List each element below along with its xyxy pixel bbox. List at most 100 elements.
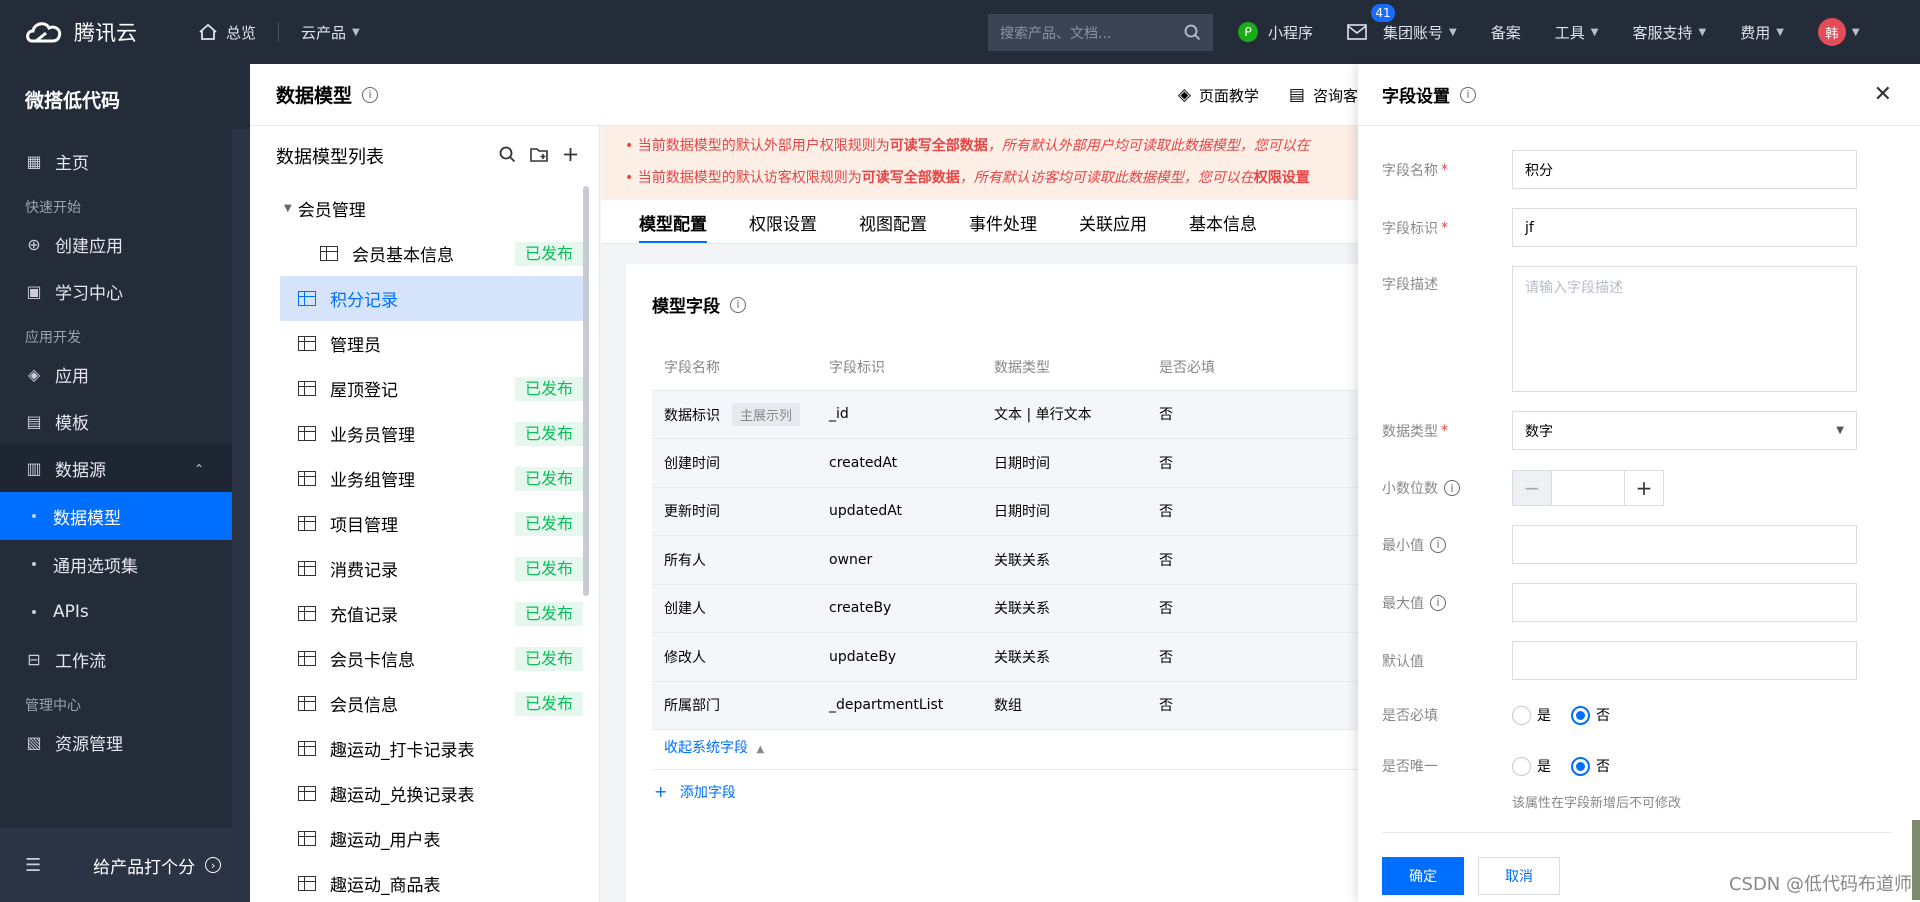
nav-item-learning[interactable]: ▣ 学习中心: [0, 268, 250, 315]
user-menu[interactable]: 韩 ▼: [1817, 18, 1860, 46]
cell-text: 创建时间: [664, 455, 720, 472]
table-row[interactable]: 创建人 createBy 关联关系 否: [652, 584, 1358, 633]
field-id-input[interactable]: jf: [1512, 208, 1857, 247]
model-list-item[interactable]: 趣运动_商品表: [250, 861, 593, 902]
table-cell: 文本 | 单行文本: [982, 390, 1147, 439]
card-title: 模型字段 i: [652, 292, 746, 317]
default-input[interactable]: [1512, 641, 1857, 680]
nav-item-datasource[interactable]: ▥ 数据源 ⌃: [0, 445, 250, 492]
table-row[interactable]: 修改人 updateBy 关联关系 否: [652, 632, 1358, 682]
plus-icon[interactable]: [562, 146, 579, 163]
model-list-item[interactable]: 趣运动_用户表: [250, 816, 593, 861]
model-list-item[interactable]: 趣运动_打卡记录表: [250, 726, 593, 771]
model-list-item[interactable]: 业务员管理 已发布: [250, 411, 593, 456]
decimals-stepper[interactable]: − +: [1512, 470, 1664, 506]
model-list-item[interactable]: 积分记录: [280, 276, 583, 321]
add-field-button[interactable]: + 添加字段: [652, 769, 1358, 802]
model-list-item[interactable]: 管理员: [250, 321, 593, 366]
confirm-button[interactable]: 确定: [1382, 857, 1464, 895]
notice-text: 当前数据模型的默认访客权限规则为: [637, 170, 862, 186]
nav-item-label: 数据源: [55, 461, 106, 481]
tab-model-config[interactable]: 模型配置: [639, 210, 707, 243]
consult-button[interactable]: ▤ 咨询客: [1289, 85, 1358, 106]
model-list-item[interactable]: 项目管理 已发布: [250, 501, 593, 546]
model-list-scrollbar[interactable]: [583, 186, 589, 596]
miniprogram-link[interactable]: ᑭ 小程序: [1238, 22, 1313, 43]
published-badge: 已发布: [514, 646, 583, 671]
nav-item-resources[interactable]: ▧ 资源管理: [0, 719, 250, 766]
model-list-item[interactable]: 趣运动_兑换记录表: [250, 771, 593, 816]
minus-icon[interactable]: −: [1513, 471, 1551, 505]
table-row[interactable]: 创建时间 createdAt 日期时间 否: [652, 438, 1358, 488]
nav-item-apps[interactable]: ◈ 应用: [0, 351, 250, 398]
nav-item-apis[interactable]: APIs: [0, 588, 250, 636]
info-icon[interactable]: i: [1430, 594, 1446, 611]
nav-item-templates[interactable]: ▤ 模板: [0, 398, 250, 445]
close-icon[interactable]: ✕: [1874, 82, 1892, 107]
tab-related-apps[interactable]: 关联应用: [1079, 210, 1147, 243]
collapse-system-fields-link[interactable]: 收起系统字段 ▲: [664, 737, 764, 757]
nav-item-data-model[interactable]: 数据模型: [0, 492, 250, 540]
table-row[interactable]: 更新时间 updatedAt 日期时间 否: [652, 487, 1358, 536]
field-desc-textarea[interactable]: 请输入字段描述: [1512, 266, 1857, 392]
search-icon[interactable]: [1184, 24, 1201, 41]
nav-item-home[interactable]: ▦ 主页: [0, 138, 250, 185]
new-folder-icon[interactable]: [530, 146, 548, 163]
model-list-item[interactable]: 会员基本信息 已发布: [250, 231, 593, 276]
model-list-item[interactable]: 屋顶登记 已发布: [250, 366, 593, 411]
decimals-input[interactable]: [1551, 471, 1625, 505]
brand-logo[interactable]: 腾讯云: [24, 17, 174, 47]
model-list-item[interactable]: 消费记录 已发布: [250, 546, 593, 591]
billing-menu[interactable]: 费用 ▼: [1740, 22, 1784, 43]
required-yes-radio[interactable]: 是: [1512, 705, 1551, 725]
tab-permissions[interactable]: 权限设置: [749, 210, 817, 243]
page-tutorial-button[interactable]: ◈ 页面教学: [1178, 85, 1259, 106]
permission-settings-link[interactable]: 权限设置: [1254, 170, 1310, 186]
mail-button[interactable]: 41: [1347, 2, 1398, 40]
table-row[interactable]: 所有人 owner 关联关系 否: [652, 535, 1358, 585]
data-type-select[interactable]: 数字 ▼: [1512, 411, 1857, 450]
search-input[interactable]: 搜索产品、文档...: [988, 14, 1213, 51]
nav-item-create-app[interactable]: ⊕ 创建应用: [0, 221, 250, 268]
info-icon[interactable]: i: [362, 86, 379, 103]
products-menu[interactable]: 云产品 ▼: [301, 22, 360, 43]
filing-link[interactable]: 备案: [1491, 22, 1521, 43]
support-menu[interactable]: 客服支持 ▼: [1632, 22, 1706, 43]
unique-no-radio[interactable]: 否: [1571, 756, 1610, 776]
rate-product-link[interactable]: 给产品打个分 ›: [93, 853, 222, 878]
tools-menu[interactable]: 工具 ▼: [1555, 22, 1599, 43]
info-icon[interactable]: i: [1444, 480, 1460, 496]
plus-icon[interactable]: +: [1625, 471, 1663, 505]
home-link[interactable]: 总览: [198, 22, 256, 43]
info-icon[interactable]: i: [730, 296, 746, 313]
min-input[interactable]: [1512, 525, 1857, 564]
radio-circle: [1571, 756, 1590, 776]
unique-yes-radio[interactable]: 是: [1512, 756, 1551, 776]
edge-scrollbar[interactable]: [1912, 820, 1920, 900]
nav-scrollbar[interactable]: [232, 129, 250, 839]
search-icon[interactable]: [499, 146, 516, 163]
tab-view-config[interactable]: 视图配置: [859, 210, 927, 243]
required-no-radio[interactable]: 否: [1571, 705, 1610, 725]
model-list-item-label: 会员基本信息: [352, 246, 454, 266]
tab-events[interactable]: 事件处理: [969, 210, 1037, 243]
bullet-icon: [32, 562, 36, 566]
max-input[interactable]: [1512, 583, 1857, 622]
info-icon[interactable]: i: [1460, 86, 1476, 103]
model-list-item[interactable]: 业务组管理 已发布: [250, 456, 593, 501]
model-list-item[interactable]: 会员信息 已发布: [250, 681, 593, 726]
nav-item-workflow[interactable]: ⊟ 工作流: [0, 636, 250, 683]
nav-item-option-sets[interactable]: 通用选项集: [0, 540, 250, 588]
table-row[interactable]: 数据标识 主展示列 _id 文本 | 单行文本 否: [652, 390, 1358, 439]
cancel-button[interactable]: 取消: [1478, 857, 1560, 895]
group-account-menu[interactable]: 集团账号 ▼: [1383, 22, 1457, 43]
info-icon[interactable]: i: [1430, 536, 1446, 553]
field-name-input[interactable]: 积分: [1512, 150, 1857, 189]
tab-basic-info[interactable]: 基本信息: [1189, 210, 1257, 243]
model-group-member[interactable]: ▼ 会员管理: [250, 186, 593, 231]
table-row[interactable]: 所属部门 _departmentList 数组 否: [652, 681, 1358, 730]
label-text: 数据类型: [1382, 423, 1438, 440]
collapse-menu-icon[interactable]: ☰: [25, 855, 41, 876]
model-list-item[interactable]: 充值记录 已发布: [250, 591, 593, 636]
model-list-item[interactable]: 会员卡信息 已发布: [250, 636, 593, 681]
